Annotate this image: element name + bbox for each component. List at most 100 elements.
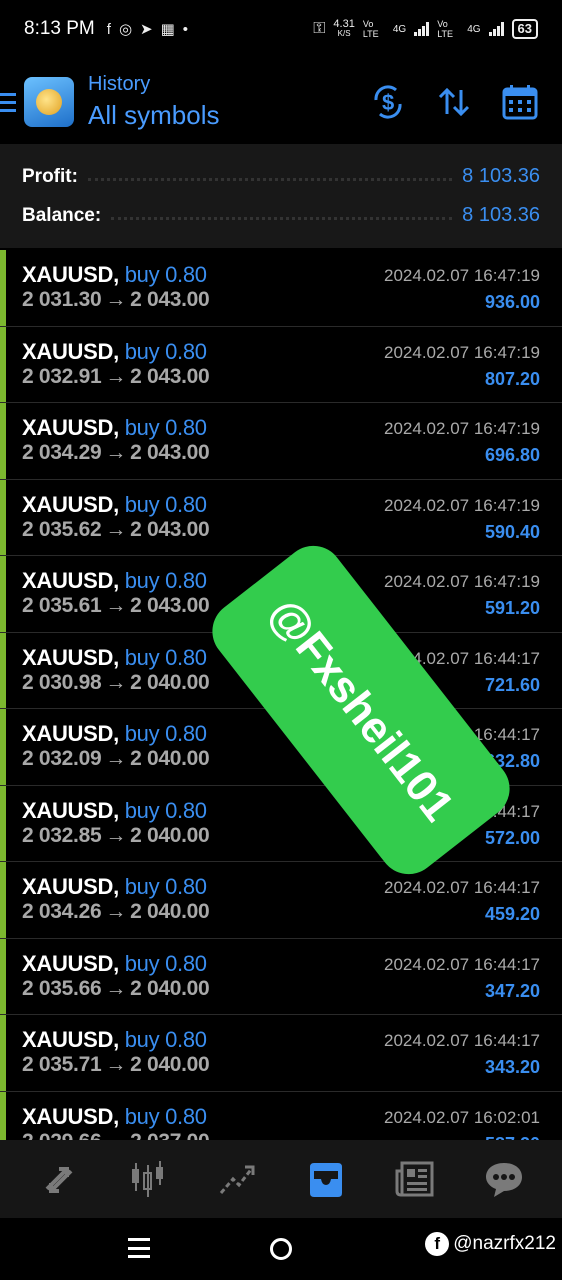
arrow-icon: → xyxy=(105,517,127,541)
arrow-icon: → xyxy=(105,364,127,388)
deal-profit: 572.00 xyxy=(484,827,540,848)
balance-label: Balance: xyxy=(22,204,102,226)
close-price: 2 043.00 xyxy=(130,288,210,311)
deal-symbol-line: XAUUSD, buy 0.80 xyxy=(22,415,207,441)
deal-row[interactable]: XAUUSD, buy 0.80 2 035.62 → 2 043.00 2024.… xyxy=(0,479,562,556)
quotes-icon xyxy=(45,1167,72,1193)
deal-time: 2024.02.07 16:02:01 xyxy=(384,1107,540,1127)
dotted-leader xyxy=(87,178,453,181)
deal-profit: 591.20 xyxy=(484,598,540,618)
deal-prices: 2 035.61 → 2 043.00 xyxy=(22,594,210,618)
deal-symbol-line: XAUUSD, buy 0.80 xyxy=(22,798,207,824)
deal-profit: 343.20 xyxy=(484,1057,540,1077)
profit-row: Profit: 8 103.36 xyxy=(22,157,540,196)
nav-trade[interactable] xyxy=(209,1151,265,1207)
status-bar: 8:13 PM f ◎ ➤ ▦ • ⚿ 4.31 K/S Vo LTE 4G V… xyxy=(0,0,562,58)
trade-icon xyxy=(219,1165,254,1194)
deal-profit: 590.40 xyxy=(484,521,540,542)
deal-prices: 2 032.85 → 2 040.00 xyxy=(22,823,210,848)
deal-time: 2024.02.07 16:47:19 xyxy=(384,495,540,515)
menu-icon[interactable] xyxy=(0,90,18,114)
deal-symbol-line: XAUUSD, buy 0.80 xyxy=(22,874,207,900)
deal-prices: 2 031.30 → 2 043.00 xyxy=(22,288,210,312)
candlestick-icon xyxy=(131,1161,163,1197)
page-title: History xyxy=(88,73,151,95)
deal-prices: 2 032.91 → 2 043.00 xyxy=(22,364,210,389)
deal-time: 2024.02.07 16:47:19 xyxy=(384,572,540,591)
open-price: 2 035.62 xyxy=(22,517,102,541)
recent-apps-icon[interactable] xyxy=(128,1238,150,1258)
arrow-icon: → xyxy=(105,441,127,464)
close-price: 2 040.00 xyxy=(130,747,210,770)
deal-time: 2024.02.07 16:47:19 xyxy=(384,342,540,362)
deal-profit: 347.20 xyxy=(484,980,540,1001)
deal-symbol-line: XAUUSD, buy 0.80 xyxy=(22,492,207,518)
deal-row[interactable]: XAUUSD, buy 0.80 2 034.26 → 2 040.00 2024.… xyxy=(0,862,562,939)
deal-symbol-line: XAUUSD, buy 0.80 xyxy=(22,721,207,747)
deal-symbol: XAUUSD, xyxy=(22,1027,119,1052)
nav-news[interactable] xyxy=(387,1151,443,1207)
close-price: 2 040.00 xyxy=(130,900,210,923)
deal-symbol-line: XAUUSD, buy 0.80 xyxy=(22,339,207,365)
deal-type: buy 0.80 xyxy=(124,491,207,517)
deal-type: buy 0.80 xyxy=(124,415,207,440)
deal-row[interactable]: XAUUSD, buy 0.80 2 034.29 → 2 043.00 2024.… xyxy=(0,403,562,480)
open-price: 2 035.66 xyxy=(22,976,102,1000)
history-inbox-icon xyxy=(309,1163,342,1197)
open-price: 2 034.29 xyxy=(22,441,102,464)
battery-level: 63 xyxy=(511,19,538,39)
calendar-icon xyxy=(502,85,538,120)
svg-text:$: $ xyxy=(382,90,394,115)
chat-bubble-icon xyxy=(485,1163,522,1197)
nav-chat[interactable] xyxy=(476,1151,532,1207)
deal-row[interactable]: XAUUSD, buy 0.80 2 029.66→ 2 037.00 2024.… xyxy=(0,1091,562,1141)
currency-filter-button[interactable]: $ xyxy=(368,82,408,122)
deal-row[interactable]: XAUUSD, buy 0.80 2 035.71 → 2 040.00 2024.… xyxy=(0,1015,562,1092)
arrow-icon: → xyxy=(105,747,127,770)
metatrader-logo xyxy=(24,77,74,127)
title-block[interactable]: History All symbols xyxy=(88,73,219,131)
open-price: 2 035.61 xyxy=(22,594,102,617)
balance-value: 8 103.36 xyxy=(462,204,540,226)
deal-row[interactable]: XAUUSD, buy 0.80 2 035.66 → 2 040.00 2024.… xyxy=(0,938,562,1015)
open-price: 2 030.98 xyxy=(22,670,102,694)
deal-prices: 2 032.09 → 2 040.00 xyxy=(22,747,210,771)
deal-time: 2024.02.07 16:47:19 xyxy=(384,419,540,438)
sort-button[interactable] xyxy=(434,82,474,122)
close-price: 2 040.00 xyxy=(130,976,210,1000)
close-price: 2 043.00 xyxy=(130,441,210,464)
bottom-navigation xyxy=(0,1140,562,1218)
calendar-button[interactable] xyxy=(500,82,540,122)
deal-symbol: XAUUSD, xyxy=(22,721,119,746)
deal-type: buy 0.80 xyxy=(124,338,207,364)
net-speed: 4.31 K/S xyxy=(333,18,355,39)
dot-icon: • xyxy=(182,20,189,38)
deal-symbol: XAUUSD, xyxy=(22,262,119,287)
sim1-gen: 4G xyxy=(392,23,407,35)
sim2-gen: 4G xyxy=(467,23,481,35)
deal-row[interactable]: XAUUSD, buy 0.80 2 031.30 → 2 043.00 2024.… xyxy=(0,250,562,327)
deal-profit: 721.60 xyxy=(484,674,540,695)
close-price: 2 037.00 xyxy=(130,1130,210,1141)
facebook-logo-icon: f xyxy=(425,1232,450,1256)
deal-row[interactable]: XAUUSD, buy 0.80 2 032.91 → 2 043.00 2024.… xyxy=(0,326,562,403)
home-button-icon[interactable] xyxy=(270,1238,292,1260)
close-price: 2 043.00 xyxy=(130,364,210,388)
deal-symbol-line: XAUUSD, buy 0.80 xyxy=(22,262,207,288)
deal-type: buy 0.80 xyxy=(124,721,207,746)
nav-history[interactable] xyxy=(298,1151,354,1207)
app-icon: ▦ xyxy=(160,21,175,38)
arrow-icon: → xyxy=(105,823,127,847)
open-price: 2 029.66 xyxy=(22,1130,102,1141)
deal-prices: 2 035.66 → 2 040.00 xyxy=(22,976,210,1001)
deal-profit: 459.20 xyxy=(484,904,540,924)
deal-type: buy 0.80 xyxy=(124,797,207,823)
notification-icons: f ◎ ➤ ▦ • xyxy=(107,20,189,39)
deal-symbol: XAUUSD, xyxy=(22,338,119,364)
arrow-icon: → xyxy=(105,976,127,1000)
credit-text: @nazrfx212 xyxy=(453,1233,556,1254)
deal-type: buy 0.80 xyxy=(124,1027,207,1052)
nav-quotes[interactable] xyxy=(31,1151,87,1207)
open-price: 2 032.09 xyxy=(22,747,102,770)
nav-chart[interactable] xyxy=(120,1151,176,1207)
